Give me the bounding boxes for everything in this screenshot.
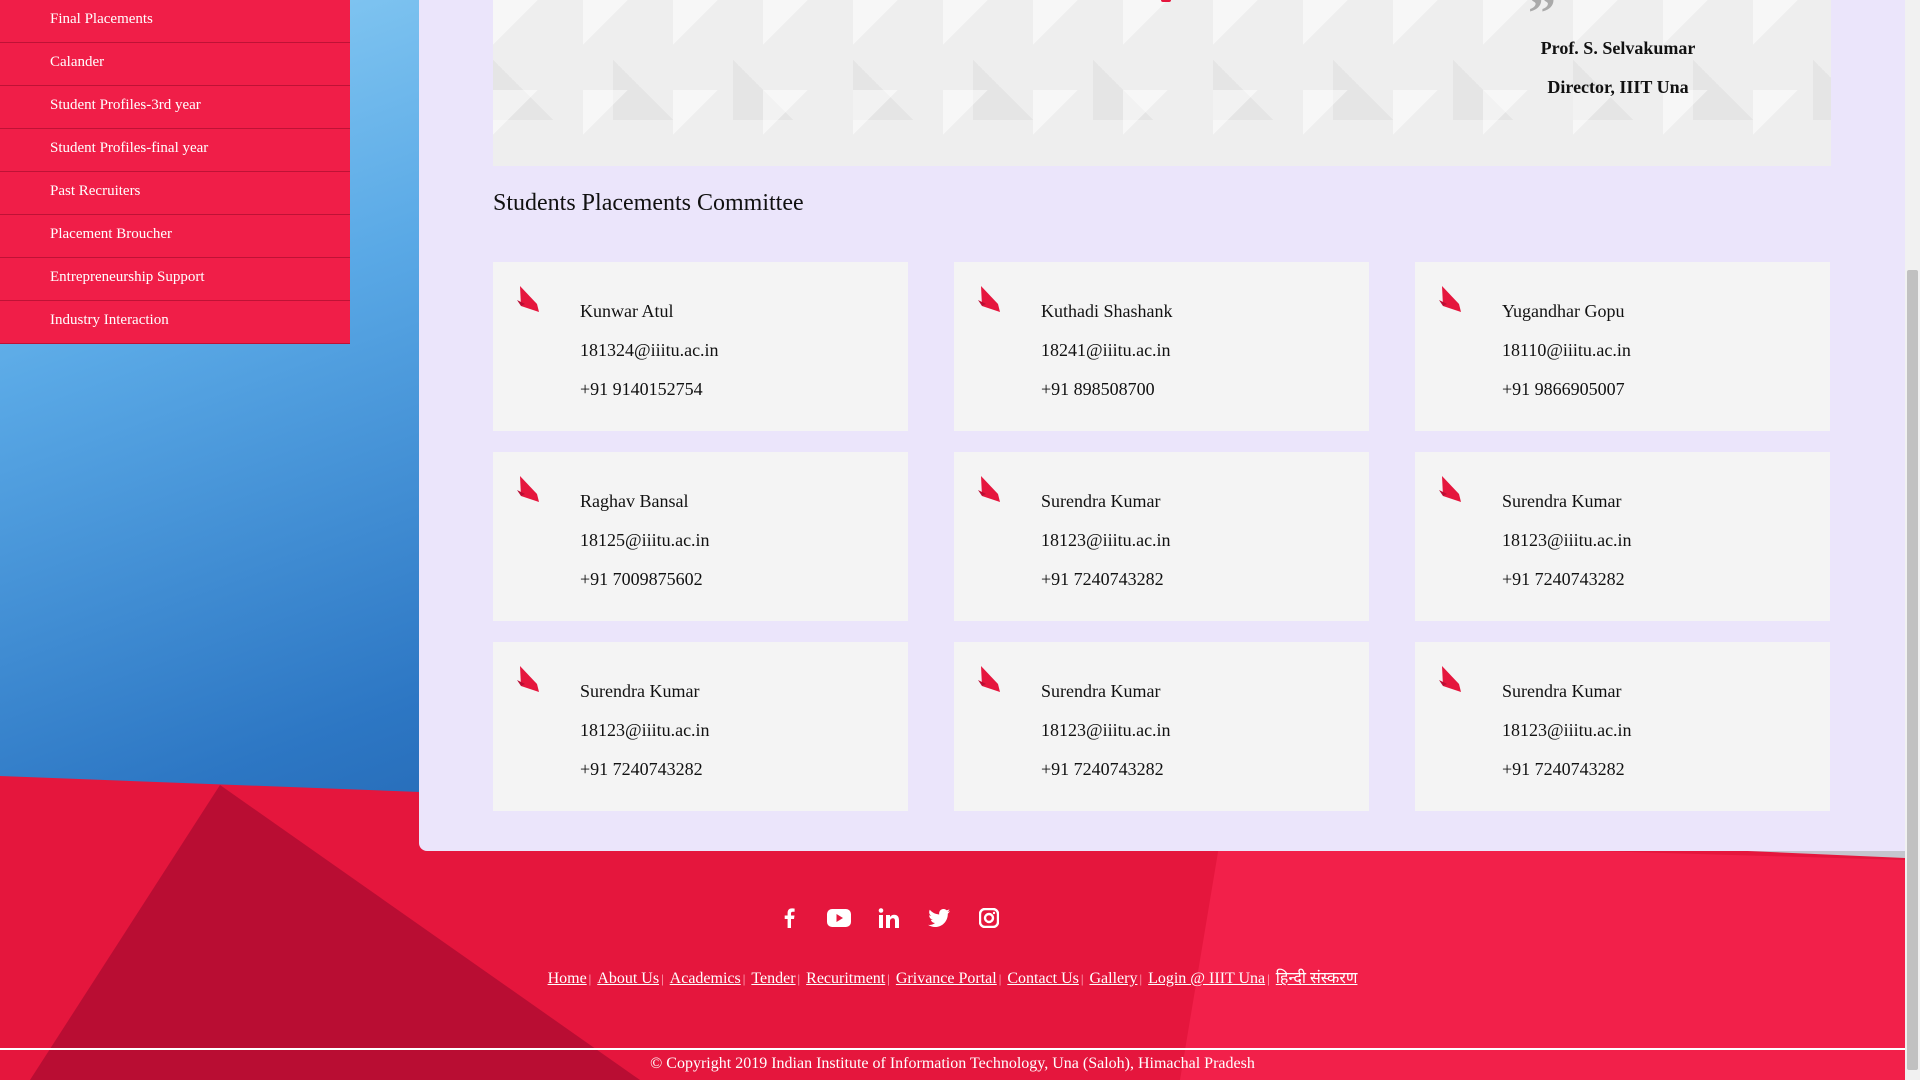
footer-link-gallery[interactable]: Gallery xyxy=(1089,970,1137,987)
linkedin-icon[interactable] xyxy=(876,905,902,931)
member-card: Yugandhar Gopu 18110@iiitu.ac.in +91 986… xyxy=(1415,262,1830,431)
sidebar-item-past-recruiters[interactable]: Past Recruiters xyxy=(0,172,350,215)
sidebar-item-industry-interaction[interactable]: Industry Interaction xyxy=(0,301,350,344)
member-card: Kuthadi Shashank 18241@iiitu.ac.in +91 8… xyxy=(954,262,1369,431)
link-separator: | xyxy=(661,971,664,986)
twitter-icon[interactable] xyxy=(926,905,952,931)
main-content-panel: ” Prof. S. Selvakumar Director, IIIT Una… xyxy=(419,0,1905,851)
member-email: 18123@iiitu.ac.in xyxy=(1041,720,1171,740)
member-card: Surendra Kumar 18123@iiitu.ac.in +91 724… xyxy=(954,642,1369,811)
member-phone: +91 7240743282 xyxy=(1041,759,1164,779)
member-card: Surendra Kumar 18123@iiitu.ac.in +91 724… xyxy=(1415,642,1830,811)
member-card: Surendra Kumar 18123@iiitu.ac.in +91 724… xyxy=(493,642,908,811)
link-separator: | xyxy=(887,971,890,986)
link-separator: | xyxy=(797,971,801,986)
member-name: Raghav Bansal xyxy=(580,491,689,511)
member-email: 18123@iiitu.ac.in xyxy=(1502,530,1632,550)
bird-logo-icon xyxy=(978,476,1000,502)
footer-link-grivance-portal[interactable]: Grivance Portal xyxy=(896,970,997,987)
director-title: Director, IIIT Una xyxy=(1547,77,1689,97)
member-phone: +91 7240743282 xyxy=(580,759,703,779)
bird-logo-icon xyxy=(978,666,1000,692)
sidebar-item-calander[interactable]: Calander xyxy=(0,43,350,86)
member-name: Surendra Kumar xyxy=(1502,681,1622,701)
member-email: 18125@iiitu.ac.in xyxy=(580,530,710,550)
footer-links: Home | About Us | Academics | Tender | Recur… xyxy=(0,966,1905,988)
link-separator: | xyxy=(1139,971,1143,986)
member-email: 18123@iiitu.ac.in xyxy=(1502,720,1632,740)
link-separator: | xyxy=(1080,971,1084,986)
member-email: 18110@iiitu.ac.in xyxy=(1502,340,1631,360)
link-separator: | xyxy=(742,971,746,986)
facebook-icon[interactable] xyxy=(776,905,802,931)
member-name: Kuthadi Shashank xyxy=(1041,301,1173,321)
bird-logo-icon xyxy=(517,286,539,312)
bird-logo-icon xyxy=(1439,666,1461,692)
page-scrollbar[interactable] xyxy=(1905,0,1920,1080)
member-name: Surendra Kumar xyxy=(1041,491,1161,511)
director-message-box: ” Prof. S. Selvakumar Director, IIIT Una xyxy=(493,0,1831,166)
social-links xyxy=(776,905,1002,931)
bird-logo-icon xyxy=(1439,476,1461,502)
footer-link-tender[interactable]: Tender xyxy=(751,970,795,987)
member-name: Kunwar Atul xyxy=(580,301,674,321)
bird-logo-icon xyxy=(978,286,1000,312)
placement-sidebar: Final Placements Calander Student Profil… xyxy=(0,0,350,344)
member-email: 18123@iiitu.ac.in xyxy=(580,720,710,740)
link-separator: | xyxy=(1267,971,1270,986)
instagram-icon[interactable] xyxy=(976,905,1002,931)
footer-link-contact-us[interactable]: Contact Us xyxy=(1007,970,1079,987)
committee-heading: Students Placements Committee xyxy=(493,190,804,216)
link-separator: | xyxy=(588,971,592,986)
member-name: Surendra Kumar xyxy=(580,681,700,701)
member-card: Surendra Kumar 18123@iiitu.ac.in +91 724… xyxy=(954,452,1369,621)
member-phone: +91 9140152754 xyxy=(580,379,703,399)
member-card: Raghav Bansal 18125@iiitu.ac.in +91 7009… xyxy=(493,452,908,621)
copyright-text: © Copyright 2019 Indian Institute of Inf… xyxy=(650,1055,1255,1072)
footer-link-recuritment[interactable]: Recuritment xyxy=(806,970,885,987)
member-card: Kunwar Atul 181324@iiitu.ac.in +91 91401… xyxy=(493,262,908,431)
link-separator: | xyxy=(998,971,1002,986)
footer-link-hindi-version[interactable]: हिन्दी संस्करण xyxy=(1276,970,1358,987)
footer-divider xyxy=(0,1048,1905,1050)
sidebar-item-entrepreneurship-support[interactable]: Entrepreneurship Support xyxy=(0,258,350,301)
member-email: 181324@iiitu.ac.in xyxy=(580,340,719,360)
member-phone: +91 898508700 xyxy=(1041,379,1155,399)
footer-link-about-us[interactable]: About Us xyxy=(597,970,659,987)
member-card: Surendra Kumar 18123@iiitu.ac.in +91 724… xyxy=(1415,452,1830,621)
footer-link-academics[interactable]: Academics xyxy=(670,970,741,987)
member-phone: +91 7240743282 xyxy=(1041,569,1164,589)
quote-accent xyxy=(1161,0,1171,2)
sidebar-item-student-profiles-3rd-year[interactable]: Student Profiles-3rd year xyxy=(0,86,350,129)
bird-logo-icon xyxy=(1439,286,1461,312)
member-name: Surendra Kumar xyxy=(1041,681,1161,701)
sidebar-item-final-placements[interactable]: Final Placements xyxy=(0,0,350,43)
footer-link-login[interactable]: Login @ IIIT Una xyxy=(1148,970,1265,987)
member-phone: +91 7009875602 xyxy=(580,569,703,589)
member-name: Yugandhar Gopu xyxy=(1502,301,1625,321)
member-email: 18123@iiitu.ac.in xyxy=(1041,530,1171,550)
footer-link-home[interactable]: Home xyxy=(548,970,587,987)
bird-logo-icon xyxy=(517,666,539,692)
member-email: 18241@iiitu.ac.in xyxy=(1041,340,1171,360)
member-phone: +91 7240743282 xyxy=(1502,759,1625,779)
youtube-icon[interactable] xyxy=(826,905,852,931)
sidebar-item-student-profiles-final-year[interactable]: Student Profiles-final year xyxy=(0,129,350,172)
footer-background-shape-right xyxy=(1180,840,1905,1080)
director-name: Prof. S. Selvakumar xyxy=(1540,38,1696,58)
scrollbar-thumb[interactable] xyxy=(1907,270,1918,1070)
member-name: Surendra Kumar xyxy=(1502,491,1622,511)
member-phone: +91 9866905007 xyxy=(1502,379,1625,399)
bird-logo-icon xyxy=(517,476,539,502)
sidebar-item-placement-broucher[interactable]: Placement Broucher xyxy=(0,215,350,258)
member-phone: +91 7240743282 xyxy=(1502,569,1625,589)
